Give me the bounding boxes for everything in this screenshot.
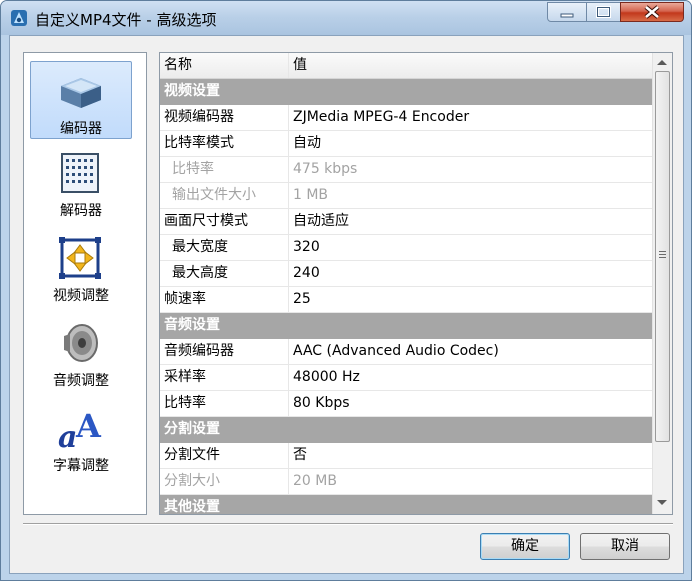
column-header-value[interactable]: 值 <box>290 53 652 78</box>
group-label: 其他设置 <box>164 499 220 515</box>
property-row[interactable]: 比特率 80 Kbps <box>160 391 652 417</box>
property-grid: 名称 值 视频设置视频编码器 ZJMedia MPEG-4 Encoder 比特率模… <box>159 52 673 515</box>
property-row[interactable]: 音频编码器 AAC (Advanced Audio Codec) <box>160 339 652 365</box>
property-name: 最大高度 <box>160 261 289 286</box>
group-label: 音频设置 <box>164 317 220 333</box>
property-name: 分割文件 <box>160 443 289 468</box>
property-value[interactable]: 25 <box>290 287 652 312</box>
property-row[interactable]: 视频编码器 ZJMedia MPEG-4 Encoder <box>160 105 652 131</box>
property-value[interactable]: ZJMedia MPEG-4 Encoder <box>290 105 652 130</box>
group-row[interactable]: 其他设置 <box>160 495 652 515</box>
nav-item-label: 音频调整 <box>53 373 109 389</box>
property-row[interactable]: 最大高度 240 <box>160 261 652 287</box>
property-value[interactable]: 自动适应 <box>290 209 652 234</box>
title-bar[interactable]: 自定义MP4文件 - 高级选项 <box>1 1 691 35</box>
group-label: 分割设置 <box>164 421 220 437</box>
scroll-up-arrow-icon[interactable] <box>657 60 667 65</box>
dialog-client: 编码器 解码器 视频调整 音频调整 a A 字幕调整 名称 值 视频设置视频编码器 Z… <box>9 35 684 574</box>
app-icon <box>11 10 27 26</box>
property-row[interactable]: 分割文件否 <box>160 443 652 469</box>
nav-item[interactable]: 编码器 <box>30 61 132 139</box>
nav-item-label: 解码器 <box>60 203 102 219</box>
nav-item[interactable]: a A 字幕调整 <box>30 399 132 477</box>
property-value[interactable]: 否 <box>290 443 652 468</box>
minimize-button[interactable] <box>547 2 587 22</box>
nav-item-label: 视频调整 <box>53 288 109 304</box>
vertical-scrollbar[interactable] <box>652 53 672 514</box>
maximize-button[interactable] <box>586 2 621 22</box>
dialog-window: 自定义MP4文件 - 高级选项 编码器 解码器 视频调整 音频调整 a A 字幕调整… <box>0 0 692 581</box>
property-row[interactable]: 帧速率 25 <box>160 287 652 313</box>
column-header-name[interactable]: 名称 <box>160 53 289 78</box>
property-name: 分割大小 <box>160 469 289 494</box>
property-value: 475 kbps <box>293 161 358 177</box>
scroll-down-arrow-icon[interactable] <box>657 500 667 505</box>
property-row[interactable]: 输出文件大小 1 MB <box>160 183 652 209</box>
property-name: 采样率 <box>160 365 289 390</box>
property-name: 比特率 <box>160 157 289 182</box>
category-panel: 编码器 解码器 视频调整 音频调整 a A 字幕调整 <box>23 52 147 515</box>
group-row[interactable]: 分割设置 <box>160 417 652 443</box>
property-value: 20 MB <box>293 473 337 489</box>
property-value[interactable]: AAC (Advanced Audio Codec) <box>290 339 652 364</box>
property-name: 画面尺寸模式 <box>160 209 289 234</box>
encoder-box-icon <box>57 68 105 114</box>
property-name: 最大宽度 <box>160 235 289 260</box>
property-row[interactable]: 比特率 475 kbps <box>160 157 652 183</box>
property-name: 帧速率 <box>160 287 289 312</box>
property-row[interactable]: 最大宽度 320 <box>160 235 652 261</box>
property-row[interactable]: 分割大小 20 MB <box>160 469 652 495</box>
close-button[interactable] <box>620 2 684 22</box>
nav-item-label: 编码器 <box>60 121 102 137</box>
subtitle-font-icon: aA <box>56 405 104 455</box>
scrollbar-thumb[interactable] <box>655 71 670 442</box>
scrollbar-grip-icon <box>659 251 666 259</box>
speaker-icon <box>56 320 104 366</box>
group-label: 视频设置 <box>164 83 220 99</box>
svg-text:a: a <box>58 420 77 451</box>
nav-item[interactable]: 解码器 <box>30 144 132 222</box>
property-row[interactable]: 比特率模式 自动 <box>160 131 652 157</box>
video-resize-icon <box>56 235 104 281</box>
property-name: 视频编码器 <box>160 105 289 130</box>
ok-button[interactable]: 确定 <box>480 533 570 560</box>
close-icon <box>644 5 660 19</box>
property-name: 音频编码器 <box>160 339 289 364</box>
property-value[interactable]: 320 <box>290 235 652 260</box>
property-value[interactable]: 自动 <box>290 131 652 156</box>
property-row[interactable]: 采样率 48000 Hz <box>160 365 652 391</box>
property-row[interactable]: 画面尺寸模式 自动适应 <box>160 209 652 235</box>
property-value[interactable]: 240 <box>290 261 652 286</box>
nav-item[interactable]: 音频调整 <box>30 314 132 392</box>
decoder-chip-icon <box>56 150 104 196</box>
window-title: 自定义MP4文件 - 高级选项 <box>35 11 217 29</box>
cancel-button[interactable]: 取消 <box>580 533 670 560</box>
property-grid-body: 名称 值 视频设置视频编码器 ZJMedia MPEG-4 Encoder 比特率模… <box>160 53 652 515</box>
minimize-icon <box>560 13 574 18</box>
property-value[interactable]: 48000 Hz <box>290 365 652 390</box>
property-value: 1 MB <box>293 187 329 203</box>
property-name: 输出文件大小 <box>160 183 289 208</box>
maximize-icon <box>596 6 611 18</box>
group-row[interactable]: 视频设置 <box>160 79 652 105</box>
property-value[interactable]: 80 Kbps <box>290 391 652 416</box>
svg-text:A: A <box>75 407 102 445</box>
property-name: 比特率模式 <box>160 131 289 156</box>
nav-item[interactable]: 视频调整 <box>30 229 132 307</box>
grid-header: 名称 值 <box>160 53 652 79</box>
group-row[interactable]: 音频设置 <box>160 313 652 339</box>
property-name: 比特率 <box>160 391 289 416</box>
separator <box>23 523 673 525</box>
nav-item-label: 字幕调整 <box>53 458 109 474</box>
